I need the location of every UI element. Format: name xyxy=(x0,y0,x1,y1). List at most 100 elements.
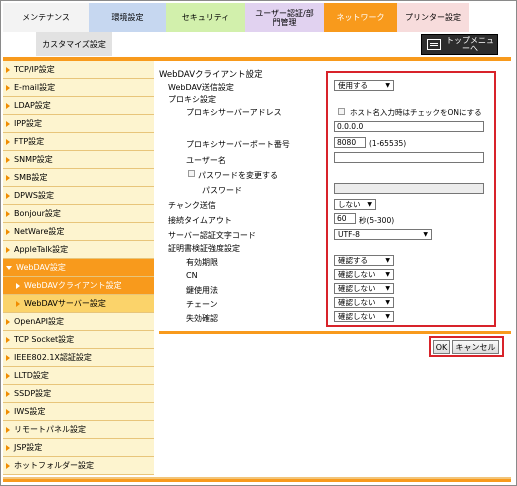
sidebar-item-bonjour[interactable]: Bonjour設定 xyxy=(3,205,154,223)
sidebar-item-dpws[interactable]: DPWS設定 xyxy=(3,187,154,205)
sidebar-item-label: SNMP設定 xyxy=(14,155,53,164)
sidebar-item-ssdp[interactable]: SSDP設定 xyxy=(3,385,154,403)
arrow-down-icon xyxy=(6,265,12,270)
top-menu-button[interactable]: トップメニューへ xyxy=(421,34,498,55)
arrow-right-icon xyxy=(6,210,10,217)
sidebar-item-webdav-server[interactable]: WebDAVサーバー設定 xyxy=(3,295,154,313)
top-menu-label: トップメニューへ xyxy=(446,35,494,53)
arrow-right-icon xyxy=(6,318,10,325)
proxy-address-input[interactable]: 0.0.0.0 xyxy=(334,121,484,132)
arrow-right-icon xyxy=(6,120,10,127)
sidebar-item-webdav-client[interactable]: WebDAVクライアント設定 xyxy=(3,277,154,295)
tab-label: プリンター設定 xyxy=(405,13,461,22)
arrow-right-icon xyxy=(6,462,10,469)
validity-select[interactable]: 確認する xyxy=(334,255,394,266)
content-divider xyxy=(159,331,511,334)
sidebar-item-ipp[interactable]: IPP設定 xyxy=(3,115,154,133)
sidebar-item-netware[interactable]: NetWare設定 xyxy=(3,223,154,241)
tab-label: メンテナンス xyxy=(22,13,70,22)
tab-security[interactable]: セキュリティ xyxy=(166,3,245,32)
timeout-label: 接続タイムアウト xyxy=(168,216,232,225)
proxy-address-label: プロキシサーバーアドレス xyxy=(186,108,282,117)
tab-maintenance[interactable]: メンテナンス xyxy=(3,3,89,32)
chunk-select[interactable]: しない xyxy=(334,199,376,210)
cn-select[interactable]: 確認しない xyxy=(334,269,394,280)
key-usage-select[interactable]: 確認しない xyxy=(334,283,394,294)
timeout-unit: 秒(5-300) xyxy=(359,216,395,225)
sidebar-item-ldap[interactable]: LDAP設定 xyxy=(3,97,154,115)
sidebar-item-label: LLTD設定 xyxy=(14,371,49,380)
sidebar-item-label: IEEE802.1X認証設定 xyxy=(14,353,92,362)
tab-network[interactable]: ネットワーク xyxy=(324,3,397,32)
subtab-label: カスタマイズ設定 xyxy=(42,39,106,49)
sidebar-item-jsp[interactable]: JSP設定 xyxy=(3,439,154,457)
arrow-right-icon xyxy=(6,336,10,343)
page-title: WebDAVクライアント設定 xyxy=(159,70,263,80)
sidebar-item-label: LDAP設定 xyxy=(14,101,51,110)
sidebar-item-appletalk[interactable]: AppleTalk設定 xyxy=(3,241,154,259)
charset-select[interactable]: UTF-8 xyxy=(334,229,432,240)
validity-label: 有効期限 xyxy=(186,258,218,267)
tab-environment[interactable]: 環境設定 xyxy=(89,3,166,32)
arrow-right-icon xyxy=(6,354,10,361)
sidebar-item-label: SMB設定 xyxy=(14,173,48,182)
sidebar-item-ftp[interactable]: FTP設定 xyxy=(3,133,154,151)
sidebar-item-label: WebDAVクライアント設定 xyxy=(24,281,122,290)
proxy-port-input[interactable]: 8080 xyxy=(334,137,366,148)
chain-select[interactable]: 確認しない xyxy=(334,297,394,308)
key-usage-label: 鍵使用法 xyxy=(186,286,218,295)
tab-printer[interactable]: プリンター設定 xyxy=(397,3,469,32)
tab-label: ネットワーク xyxy=(336,13,385,22)
username-label: ユーザー名 xyxy=(186,156,226,165)
sidebar-item-label: TCP/IP設定 xyxy=(14,65,55,74)
sidebar-item-lltd[interactable]: LLTD設定 xyxy=(3,367,154,385)
timeout-input[interactable]: 60 xyxy=(334,213,356,224)
sidebar-item-email[interactable]: E-mail設定 xyxy=(3,79,154,97)
username-input[interactable] xyxy=(334,152,484,163)
chunk-label: チャンク送信 xyxy=(168,201,216,210)
sidebar-item-openapi[interactable]: OpenAPI設定 xyxy=(3,313,154,331)
arrow-right-icon xyxy=(6,102,10,109)
webdav-send-select[interactable]: 使用する xyxy=(334,80,394,91)
sidebar-item-webdav[interactable]: WebDAV設定 xyxy=(3,259,154,277)
footer-divider xyxy=(3,479,511,482)
webdav-send-label: WebDAV送信設定 xyxy=(168,83,234,92)
sidebar-item-label: TCP Socket設定 xyxy=(14,335,75,344)
proxy-port-range: (1-65535) xyxy=(369,139,407,148)
sidebar-item-iws[interactable]: IWS設定 xyxy=(3,403,154,421)
tab-customize[interactable]: カスタマイズ設定 xyxy=(36,32,112,56)
sidebar-item-remote-panel[interactable]: リモートパネル設定 xyxy=(3,421,154,439)
arrow-right-icon xyxy=(6,228,10,235)
sidebar-item-tcp-socket[interactable]: TCP Socket設定 xyxy=(3,331,154,349)
sidebar-item-label: E-mail設定 xyxy=(14,83,56,92)
arrow-right-icon xyxy=(6,372,10,379)
arrow-right-icon xyxy=(6,390,10,397)
arrow-right-icon xyxy=(6,192,10,199)
arrow-right-icon xyxy=(6,138,10,145)
tab-label: ユーザー認証/部門管理 xyxy=(255,8,314,27)
sidebar-item-ieee8021x[interactable]: IEEE802.1X認証設定 xyxy=(3,349,154,367)
sidebar-item-tcpip[interactable]: TCP/IP設定 xyxy=(3,61,154,79)
password-input[interactable] xyxy=(334,183,484,194)
change-password-checkbox[interactable] xyxy=(188,170,195,177)
top-tab-bar: メンテナンス 環境設定 セキュリティ ユーザー認証/部門管理 ネットワーク プリ… xyxy=(3,3,511,32)
arrow-right-icon xyxy=(6,426,10,433)
revocation-select[interactable]: 確認しない xyxy=(334,311,394,322)
sidebar-item-label: AppleTalk設定 xyxy=(14,245,69,254)
sidebar-item-label: WebDAV設定 xyxy=(16,263,66,272)
sidebar-item-label: NetWare設定 xyxy=(14,227,65,236)
cn-label: CN xyxy=(186,271,198,280)
sidebar: TCP/IP設定 E-mail設定 LDAP設定 IPP設定 FTP設定 SNM… xyxy=(3,61,154,475)
sidebar-item-label: ホットフォルダー設定 xyxy=(14,461,94,470)
cancel-button[interactable]: キャンセル xyxy=(452,340,499,354)
charset-label: サーバー認証文字コード xyxy=(168,231,256,240)
hostname-checkbox[interactable] xyxy=(338,108,345,115)
proxy-label: プロキシ設定 xyxy=(168,95,216,104)
sidebar-item-smb[interactable]: SMB設定 xyxy=(3,169,154,187)
sidebar-item-label: JSP設定 xyxy=(14,443,43,452)
tab-user-auth[interactable]: ユーザー認証/部門管理 xyxy=(245,3,324,32)
sidebar-item-snmp[interactable]: SNMP設定 xyxy=(3,151,154,169)
sidebar-item-hot-folder[interactable]: ホットフォルダー設定 xyxy=(3,457,154,475)
sidebar-item-label: OpenAPI設定 xyxy=(14,317,65,326)
ok-button[interactable]: OK xyxy=(433,340,450,354)
